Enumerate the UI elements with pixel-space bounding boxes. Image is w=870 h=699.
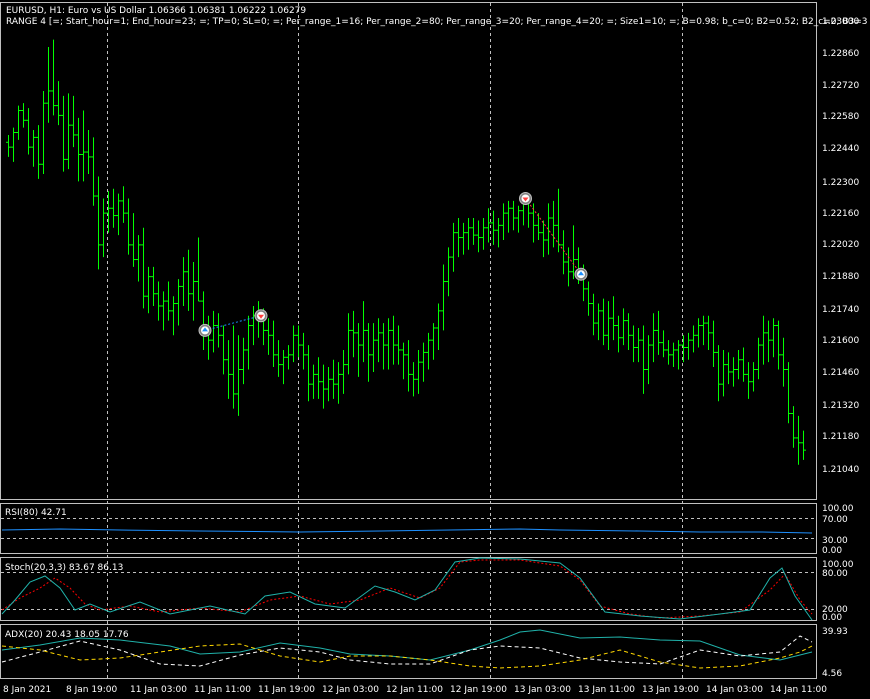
time-tick: 13 Jan 03:00 xyxy=(514,685,571,695)
sell-marker-1-icon[interactable] xyxy=(254,309,268,323)
time-tick: 12 Jan 03:00 xyxy=(322,685,379,695)
time-tick: 11 Jan 11:00 xyxy=(194,685,251,695)
price-tick: 1.22720 xyxy=(822,81,859,91)
price-tick: 1.22020 xyxy=(822,240,859,250)
time-tick: 12 Jan 11:00 xyxy=(386,685,443,695)
adx-level-label: 39.93 xyxy=(822,627,848,637)
time-tick: 8 Jan 19:00 xyxy=(66,685,118,695)
time-tick: 13 Jan 11:00 xyxy=(578,685,635,695)
time-tick: 12 Jan 19:00 xyxy=(450,685,507,695)
price-tick: 1.21040 xyxy=(822,465,859,475)
symbol-header: EURUSD, H1: Euro vs US Dollar 1.06366 1.… xyxy=(6,6,306,16)
chart-background xyxy=(0,0,870,699)
trading-chart[interactable]: EURUSD, H1: Euro vs US Dollar 1.06366 1.… xyxy=(0,0,870,699)
price-tick: 1.22160 xyxy=(822,209,859,219)
price-tick: 1.21180 xyxy=(822,432,859,442)
time-tick: 11 Jan 19:00 xyxy=(258,685,315,695)
price-tick: 1.22440 xyxy=(822,144,859,154)
time-tick: 8 Jan 2021 xyxy=(3,685,51,695)
rsi-level-label: 100.00 xyxy=(822,504,854,514)
time-tick: 11 Jan 03:00 xyxy=(130,685,187,695)
adx-label: ADX(20) 20.43 18.05 17.76 xyxy=(5,630,129,640)
price-tick: 1.21460 xyxy=(822,368,859,378)
buy-marker-1-icon[interactable] xyxy=(198,323,212,337)
time-tick: 14 Jan 03:00 xyxy=(706,685,763,695)
sell-marker-2-icon[interactable] xyxy=(519,191,532,205)
time-tick: 14 Jan 11:00 xyxy=(770,685,827,695)
rsi-level-label: 0.00 xyxy=(822,546,842,556)
buy-marker-2-icon[interactable] xyxy=(574,267,588,281)
price-tick: 1.21740 xyxy=(822,305,859,315)
price-tick: 1.21320 xyxy=(822,401,859,411)
indicator-params: RANGE 4 [=; Start_hour=1; End_hour=23; =… xyxy=(6,17,868,27)
price-tick: 1.21600 xyxy=(822,336,859,346)
stoch-level-label: 0.00 xyxy=(822,613,842,623)
stoch-label: Stoch(20,3,3) 83.67 86.13 xyxy=(5,563,123,573)
price-tick: 1.22860 xyxy=(822,49,859,59)
adx-level-label: 4.56 xyxy=(822,669,842,679)
price-tick: 1.22300 xyxy=(822,178,859,188)
time-tick: 13 Jan 19:00 xyxy=(642,685,699,695)
rsi-level-label: 70.00 xyxy=(822,515,848,525)
stoch-level-label: 80.00 xyxy=(822,569,848,579)
rsi-label: RSI(80) 42.71 xyxy=(5,508,67,518)
price-axis: 1.23000 1.22860 1.22720 1.22580 1.22440 … xyxy=(822,17,859,475)
rsi-level-label: 30.00 xyxy=(822,536,848,546)
price-tick: 1.22580 xyxy=(822,112,859,122)
price-tick: 1.23000 xyxy=(822,17,859,27)
price-tick: 1.21880 xyxy=(822,272,859,282)
